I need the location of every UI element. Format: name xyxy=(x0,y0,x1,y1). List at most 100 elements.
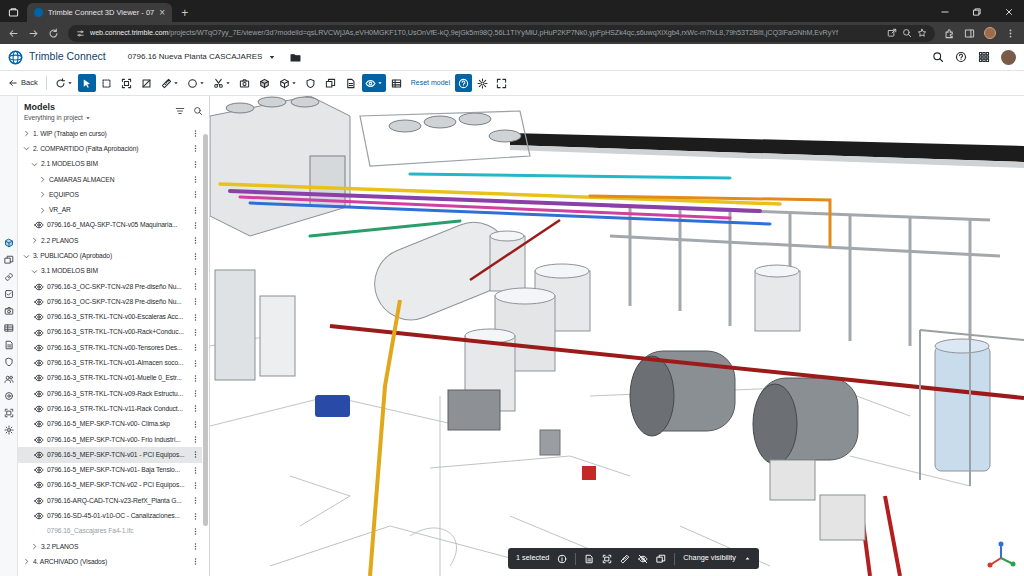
more-icon[interactable] xyxy=(191,267,200,276)
expand-toggle[interactable] xyxy=(31,543,38,550)
eye-icon[interactable] xyxy=(34,511,44,521)
eye-icon[interactable] xyxy=(34,419,44,429)
isolate-icon[interactable] xyxy=(656,554,666,564)
tree-label[interactable]: 0796.16-ARQ-CAD-TCN-v23-RefX_Planta G... xyxy=(47,496,191,506)
help-icon[interactable] xyxy=(458,78,469,89)
gear-icon[interactable] xyxy=(477,78,488,89)
more-icon[interactable] xyxy=(191,160,200,169)
tree-label[interactable]: 0796.16-6_MAQ-SKP-TCN-v05 Maquinaria... xyxy=(47,220,191,230)
sheet-icon[interactable] xyxy=(345,78,356,89)
visibility-toggle[interactable] xyxy=(34,496,44,506)
filter-selector[interactable]: Everything in project xyxy=(24,113,175,122)
chevron-icon[interactable] xyxy=(39,191,46,198)
project-caret-icon[interactable] xyxy=(268,53,276,61)
tree-label[interactable]: 0796.16-SD-45-01-v10-OC - Canalizaciones… xyxy=(47,511,191,521)
tool-button[interactable] xyxy=(184,74,208,92)
scrollbar-thumb[interactable] xyxy=(203,134,208,526)
sort-icon[interactable] xyxy=(175,106,185,116)
expand-toggle[interactable] xyxy=(23,253,30,260)
eye-icon[interactable] xyxy=(34,496,44,506)
eye-icon[interactable] xyxy=(34,450,44,460)
expand-toggle[interactable] xyxy=(39,176,46,183)
hidden-mark[interactable] xyxy=(34,526,44,536)
filter-label[interactable]: Everything in project xyxy=(24,113,83,122)
fit-icon[interactable] xyxy=(602,554,612,564)
model-row[interactable]: 0796.16-3_STR-TKL-TCN-v00-Escaleras Acc.… xyxy=(18,310,202,325)
expand-toggle[interactable] xyxy=(23,558,30,565)
expand-toggle[interactable] xyxy=(23,130,30,137)
expand-toggle[interactable] xyxy=(39,207,46,214)
tree-label[interactable]: 4. ARCHIVADO (Visados) xyxy=(33,557,191,567)
tree-label[interactable]: 3. PUBLICADO (Aprobado) xyxy=(33,251,191,261)
more-icon[interactable] xyxy=(191,236,200,245)
visibility-toggle[interactable] xyxy=(34,480,44,490)
caret-down-icon[interactable] xyxy=(291,80,297,86)
folder-row[interactable]: 3.1 MODELOS BIM xyxy=(18,264,202,279)
visibility-toggle[interactable] xyxy=(34,282,44,292)
visibility-toggle[interactable] xyxy=(34,328,44,338)
tree-label[interactable]: 0796.16-3_STR-TKL-TCN-v01-Almacen soco..… xyxy=(47,358,191,368)
dropdown-toggle[interactable] xyxy=(67,80,73,86)
tool-button[interactable] xyxy=(342,74,360,92)
expand-toggle[interactable] xyxy=(31,237,38,244)
model-row[interactable]: 0796.16-3_OC-SKP-TCN-v28 Pre-diseño Nu..… xyxy=(18,279,202,294)
camera-icon[interactable] xyxy=(4,306,14,316)
zoom-icon[interactable] xyxy=(902,28,912,38)
users-icon[interactable] xyxy=(4,374,14,384)
shield-icon[interactable] xyxy=(4,357,14,367)
search-models-icon[interactable] xyxy=(193,106,203,116)
new-tab-button[interactable]: + xyxy=(181,7,188,19)
more-icon[interactable] xyxy=(191,313,200,322)
dropdown-toggle[interactable] xyxy=(377,80,383,86)
filter-caret-icon[interactable] xyxy=(85,115,91,121)
profile-avatar[interactable] xyxy=(984,27,996,39)
expand-toggle[interactable] xyxy=(39,191,46,198)
tree-label[interactable]: 0796.16-3_STR-TKL-TCN-v11-Rack Conduct..… xyxy=(47,404,191,414)
tree-label[interactable]: 2.1 MODELOS BIM xyxy=(41,159,191,169)
visibility-toggle[interactable] xyxy=(34,358,44,368)
extension-icon[interactable] xyxy=(944,28,955,39)
minimize-icon[interactable] xyxy=(940,7,950,17)
table-icon[interactable] xyxy=(4,323,14,333)
tree-label[interactable]: 0796.16-5_MEP-SKP-TCN-v02 - PCI Equipos.… xyxy=(47,480,191,490)
more-icon[interactable] xyxy=(191,297,200,306)
rail-button[interactable] xyxy=(4,357,14,367)
paint-icon[interactable] xyxy=(620,554,630,564)
visibility-toggle[interactable] xyxy=(34,419,44,429)
visibility-toggle[interactable] xyxy=(34,435,44,445)
model-row[interactable]: 0796.16-6_MAQ-SKP-TCN-v05 Maquinaria... xyxy=(18,218,202,233)
folder-row[interactable]: 1. WIP (Trabajo en curso) xyxy=(18,126,202,141)
layers-icon[interactable] xyxy=(4,255,14,265)
rail-button[interactable] xyxy=(4,255,14,265)
table-icon[interactable] xyxy=(391,78,402,89)
tool-button[interactable] xyxy=(78,74,96,92)
folder-row[interactable]: EQUIPOS xyxy=(18,187,202,202)
check-icon[interactable] xyxy=(4,289,14,299)
box-icon[interactable] xyxy=(259,78,270,89)
visibility-toggle[interactable] xyxy=(34,297,44,307)
more-icon[interactable] xyxy=(191,343,200,352)
tree-label[interactable]: 0796.16-3_STR-TKL-TCN-v00-Tensores Des..… xyxy=(47,343,191,353)
more-icon[interactable] xyxy=(191,252,200,261)
properties-icon[interactable] xyxy=(584,554,594,564)
camera-icon[interactable] xyxy=(239,78,250,89)
model-row[interactable]: 0796.16-5_MEP-SKP-TCN-v01 - PCI Equipos.… xyxy=(18,447,202,462)
more-icon[interactable] xyxy=(191,527,200,536)
model-row[interactable]: 0796.16-5_MEP-SKP-TCN-v00- Frio Industri… xyxy=(18,432,202,447)
change-visibility-button[interactable]: Change visibility xyxy=(683,553,736,564)
tool-button[interactable] xyxy=(362,74,386,92)
tab-close-button[interactable]: × xyxy=(159,8,165,18)
back-arrow-icon[interactable] xyxy=(8,78,18,88)
tree-label[interactable]: VR_AR xyxy=(49,205,191,215)
rail-button[interactable] xyxy=(4,306,14,316)
more-icon[interactable] xyxy=(191,328,200,337)
help-icon[interactable] xyxy=(955,51,967,63)
caret-up-icon[interactable] xyxy=(744,555,751,562)
more-icon[interactable] xyxy=(191,359,200,368)
box-icon[interactable] xyxy=(4,238,14,248)
eye-icon[interactable] xyxy=(34,435,44,445)
tree-label[interactable]: 0796.16-3_OC-SKP-TCN-v28 Pre-diseño Nu..… xyxy=(47,297,191,307)
more-icon[interactable] xyxy=(191,190,200,199)
expand-toggle[interactable] xyxy=(31,268,38,275)
more-icon[interactable] xyxy=(191,466,200,475)
